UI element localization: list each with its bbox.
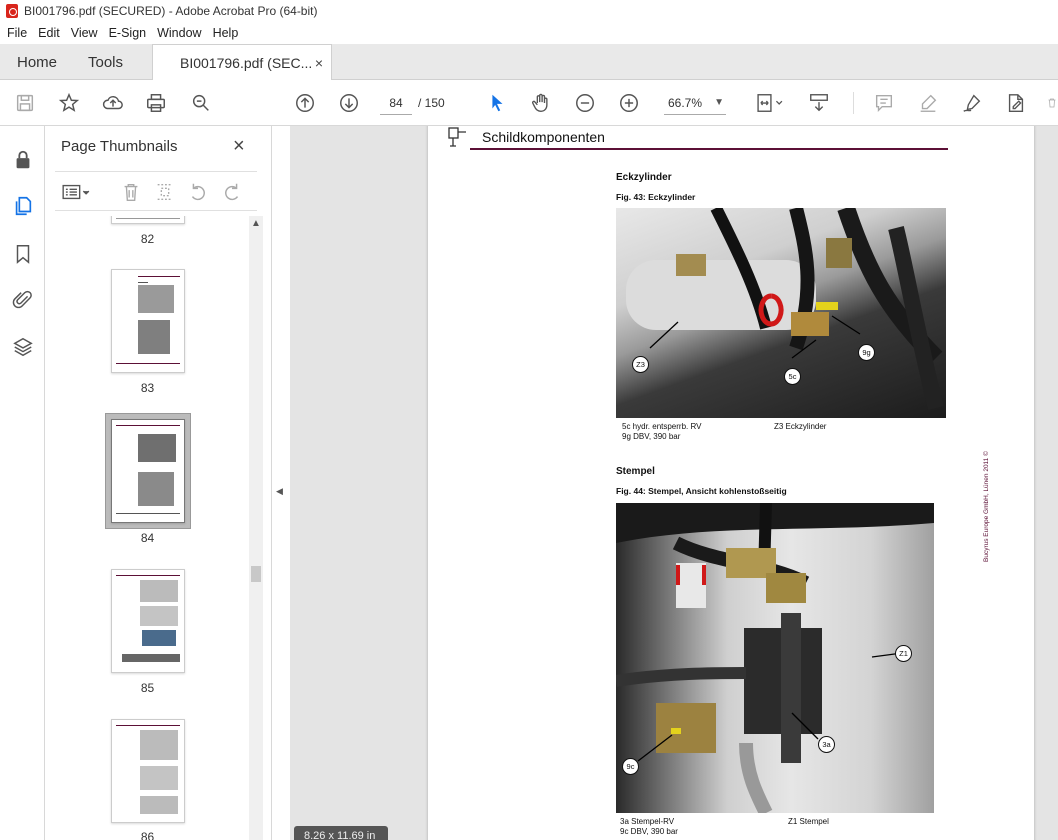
left-navigation-rail [0, 126, 45, 840]
legend-item: 5c hydr. entsperrb. RV [622, 422, 702, 431]
fill-sign-icon[interactable] [1004, 91, 1028, 115]
rotate-right-icon[interactable] [220, 180, 244, 204]
thumbnail-page-number: 84 [140, 531, 155, 545]
tab-document-label: BI001796.pdf (SEC... [180, 55, 313, 71]
upload-cloud-icon[interactable] [101, 91, 125, 115]
menu-help[interactable]: Help [213, 26, 239, 40]
figure-caption: Fig. 44: Stempel, Ansicht kohlenstoßseit… [616, 486, 787, 496]
tab-bar: Home Tools BI001796.pdf (SEC... × [0, 44, 1058, 81]
thumbnail-list: 82 83 84 85 86 [45, 216, 250, 840]
window-title-bar: BI001796.pdf (SECURED) - Adobe Acrobat P… [0, 0, 1058, 22]
close-tab-icon[interactable]: × [315, 55, 323, 71]
window-title: BI001796.pdf (SECURED) - Adobe Acrobat P… [24, 4, 318, 18]
callout-label: Z1 [895, 645, 912, 662]
bookmark-star-icon[interactable] [57, 91, 81, 115]
menu-esign[interactable]: E-Sign [109, 26, 147, 40]
callout-label: 5c [784, 368, 801, 385]
page-thumbnail[interactable] [111, 269, 185, 373]
zoom-out-icon[interactable] [573, 91, 597, 115]
figure-photo-stempel [616, 503, 934, 813]
header-rule [470, 148, 948, 150]
page-thumbnail[interactable] [111, 569, 185, 673]
sign-pen-icon[interactable] [960, 91, 984, 115]
page-header-title: Schildkomponenten [482, 129, 605, 145]
figure-caption: Fig. 43: Eckzylinder [616, 192, 696, 202]
print-icon[interactable] [144, 91, 168, 115]
page-number-input[interactable]: 84 [380, 91, 412, 115]
pdf-page: Schildkomponenten Eckzylinder Fig. 43: E… [428, 126, 1034, 840]
thumbnail-options-icon[interactable] [59, 180, 93, 204]
scrolling-mode-icon[interactable] [807, 91, 831, 115]
thumbnail-scrollbar[interactable]: ▲ [249, 216, 263, 840]
page-thumbnail-current[interactable] [111, 419, 185, 523]
tab-tools[interactable]: Tools [88, 44, 123, 80]
menu-bar: File Edit View E-Sign Window Help [0, 22, 1058, 44]
section-title: Eckzylinder [616, 172, 672, 183]
close-panel-icon[interactable]: × [233, 135, 245, 158]
lock-icon[interactable] [11, 148, 35, 172]
main-toolbar: 84 / 150 66.7% ▼ [0, 80, 1058, 126]
zoom-level-value: 66.7% [668, 96, 703, 110]
previous-page-icon[interactable] [293, 91, 317, 115]
delete-page-icon[interactable] [119, 180, 143, 204]
tab-home[interactable]: Home [17, 44, 57, 80]
zoom-level-dropdown[interactable]: 66.7% ▼ [664, 91, 726, 115]
attachments-icon[interactable] [11, 288, 35, 312]
zoom-in-icon[interactable] [617, 91, 641, 115]
search-zoom-icon[interactable] [189, 91, 213, 115]
rotate-left-icon[interactable] [186, 180, 210, 204]
callout-label: 3a [818, 736, 835, 753]
hand-tool-icon[interactable] [529, 91, 553, 115]
extract-page-icon[interactable] [153, 180, 177, 204]
page-total: / 150 [418, 96, 445, 110]
page-thumbnails-panel: Page Thumbnails × 82 83 84 85 86 ▲ [45, 126, 272, 840]
save-icon[interactable] [13, 91, 37, 115]
thumbnail-page-number: 86 [140, 830, 155, 840]
acrobat-app-icon [6, 4, 18, 18]
highlight-pen-icon[interactable] [916, 91, 940, 115]
legend-item: 9g DBV, 390 bar [622, 432, 681, 441]
panel-title: Page Thumbnails [61, 138, 178, 155]
callout-label: Z3 [632, 356, 649, 373]
chevron-down-icon: ▼ [714, 97, 724, 108]
figure-photo-eckzylinder [616, 208, 946, 418]
thumbnail-toolbar [55, 171, 257, 211]
layers-icon[interactable] [11, 335, 35, 359]
bookmarks-icon[interactable] [11, 242, 35, 266]
thumbnail-page-number: 82 [140, 232, 155, 246]
more-tools-icon[interactable] [1046, 91, 1058, 115]
legend-item: Z1 Stempel [788, 817, 829, 826]
page-thumbnail[interactable] [111, 719, 185, 823]
section-title: Stempel [616, 466, 655, 477]
copyright-vertical-text: Bucyrus Europe GmbH, Lünen 2011 © [983, 451, 990, 562]
menu-window[interactable]: Window [157, 26, 201, 40]
panel-collapse-handle[interactable]: ◀ [272, 126, 290, 840]
page-size-indicator: 8.26 x 11.69 in [294, 826, 388, 840]
legend-item: Z3 Eckzylinder [774, 422, 827, 431]
page-thumbnails-icon[interactable] [11, 194, 35, 218]
menu-file[interactable]: File [7, 26, 27, 40]
collapse-arrow-icon: ◀ [276, 486, 283, 496]
legend-item: 3a Stempel-RV [620, 817, 675, 826]
select-cursor-icon[interactable] [485, 91, 509, 115]
page-fit-icon[interactable] [752, 91, 788, 115]
toolbar-separator [853, 92, 854, 114]
hydraulic-symbol-icon [448, 127, 466, 147]
page-thumbnail[interactable] [111, 216, 185, 224]
legend-item: 9c DBV, 390 bar [620, 827, 678, 836]
callout-label: 9c [622, 758, 639, 775]
comment-icon[interactable] [872, 91, 896, 115]
tab-document[interactable]: BI001796.pdf (SEC... × [152, 44, 332, 81]
scroll-up-icon[interactable]: ▲ [251, 218, 261, 229]
scrollbar-thumb[interactable] [251, 566, 261, 582]
menu-edit[interactable]: Edit [38, 26, 60, 40]
next-page-icon[interactable] [337, 91, 361, 115]
menu-view[interactable]: View [71, 26, 98, 40]
callout-label: 9g [858, 344, 875, 361]
document-viewport[interactable]: Schildkomponenten Eckzylinder Fig. 43: E… [290, 126, 1058, 840]
thumbnail-page-number: 83 [140, 381, 155, 395]
thumbnail-page-number: 85 [140, 681, 155, 695]
